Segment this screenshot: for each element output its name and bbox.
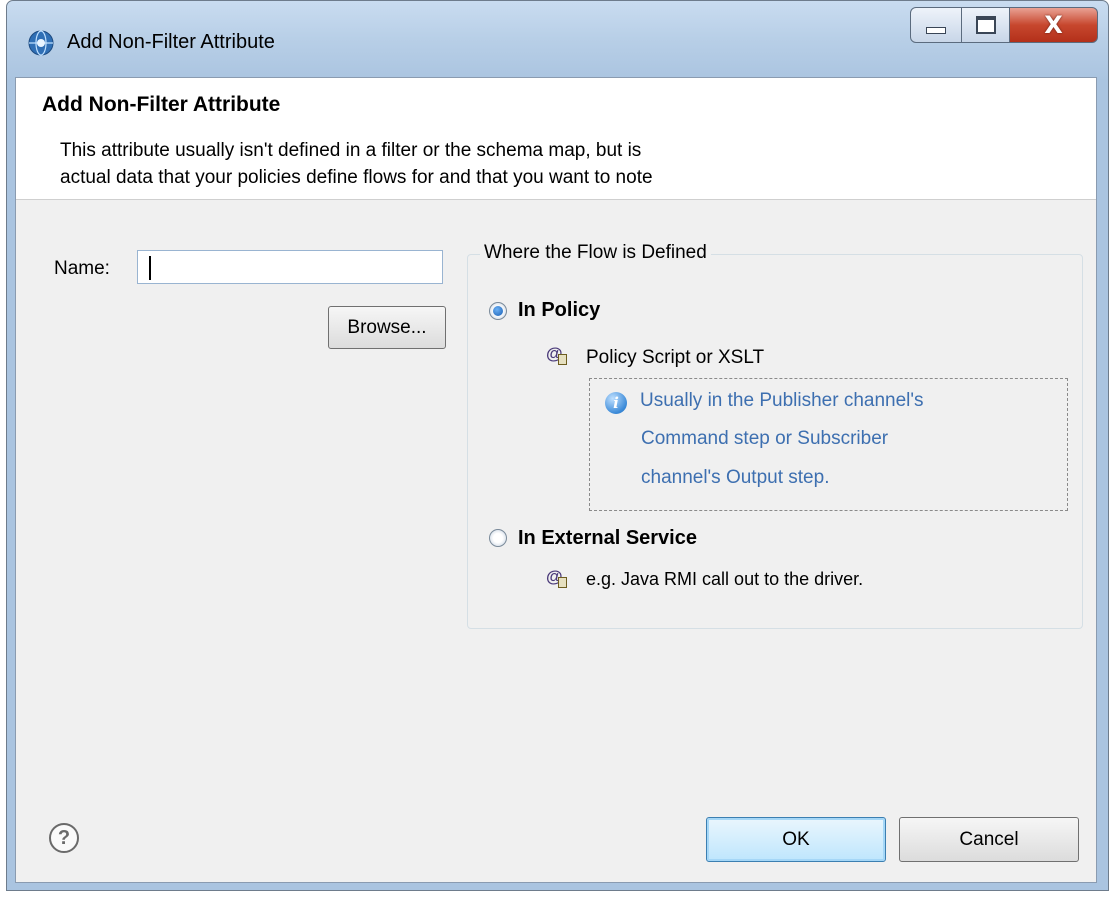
cancel-button[interactable]: Cancel — [899, 817, 1079, 862]
banner-title: Add Non-Filter Attribute — [42, 93, 281, 116]
window-controls: X — [910, 7, 1098, 45]
close-icon: X — [1044, 11, 1063, 39]
banner-description: This attribute usually isn't defined in … — [60, 137, 960, 191]
policy-note-line: Usually in the Publisher channel's — [640, 390, 924, 411]
ok-button[interactable]: OK — [706, 817, 886, 862]
in-external-service-label[interactable]: In External Service — [518, 527, 697, 550]
minimize-button[interactable] — [910, 7, 962, 43]
name-label: Name: — [54, 258, 110, 279]
dialog-client-area: Add Non-Filter Attribute This attribute … — [15, 77, 1097, 883]
in-policy-label[interactable]: In Policy — [518, 299, 600, 322]
in-policy-radio[interactable] — [489, 302, 507, 320]
title-bar[interactable]: Add Non-Filter Attribute X — [7, 1, 1108, 77]
external-service-description: e.g. Java RMI call out to the driver. — [586, 569, 864, 589]
in-external-service-radio[interactable] — [489, 529, 507, 547]
banner-description-line: actual data that your policies define fl… — [60, 167, 653, 188]
name-input[interactable] — [137, 250, 443, 284]
info-icon: i — [605, 392, 627, 414]
maximize-button[interactable] — [962, 7, 1010, 43]
policy-note-line: channel's Output step. — [641, 467, 830, 488]
policy-note-line: Command step or Subscriber — [641, 428, 889, 449]
browse-button[interactable]: Browse... — [328, 306, 446, 349]
attribute-icon: @ — [546, 567, 568, 589]
app-globe-icon — [27, 29, 55, 57]
text-caret — [149, 256, 151, 280]
minimize-icon — [926, 26, 946, 34]
attribute-icon: @ — [546, 344, 568, 366]
header-banner: Add Non-Filter Attribute This attribute … — [16, 78, 1096, 200]
help-icon[interactable]: ? — [49, 823, 79, 853]
close-button[interactable]: X — [1010, 7, 1098, 43]
policy-script-text: Policy Script or XSLT — [586, 347, 765, 368]
banner-description-line: This attribute usually isn't defined in … — [60, 140, 642, 161]
window-title: Add Non-Filter Attribute — [67, 31, 275, 53]
maximize-icon — [975, 16, 996, 34]
dialog-window: Add Non-Filter Attribute X Add Non-Filte… — [6, 0, 1109, 891]
flow-group-legend: Where the Flow is Defined — [480, 242, 711, 264]
